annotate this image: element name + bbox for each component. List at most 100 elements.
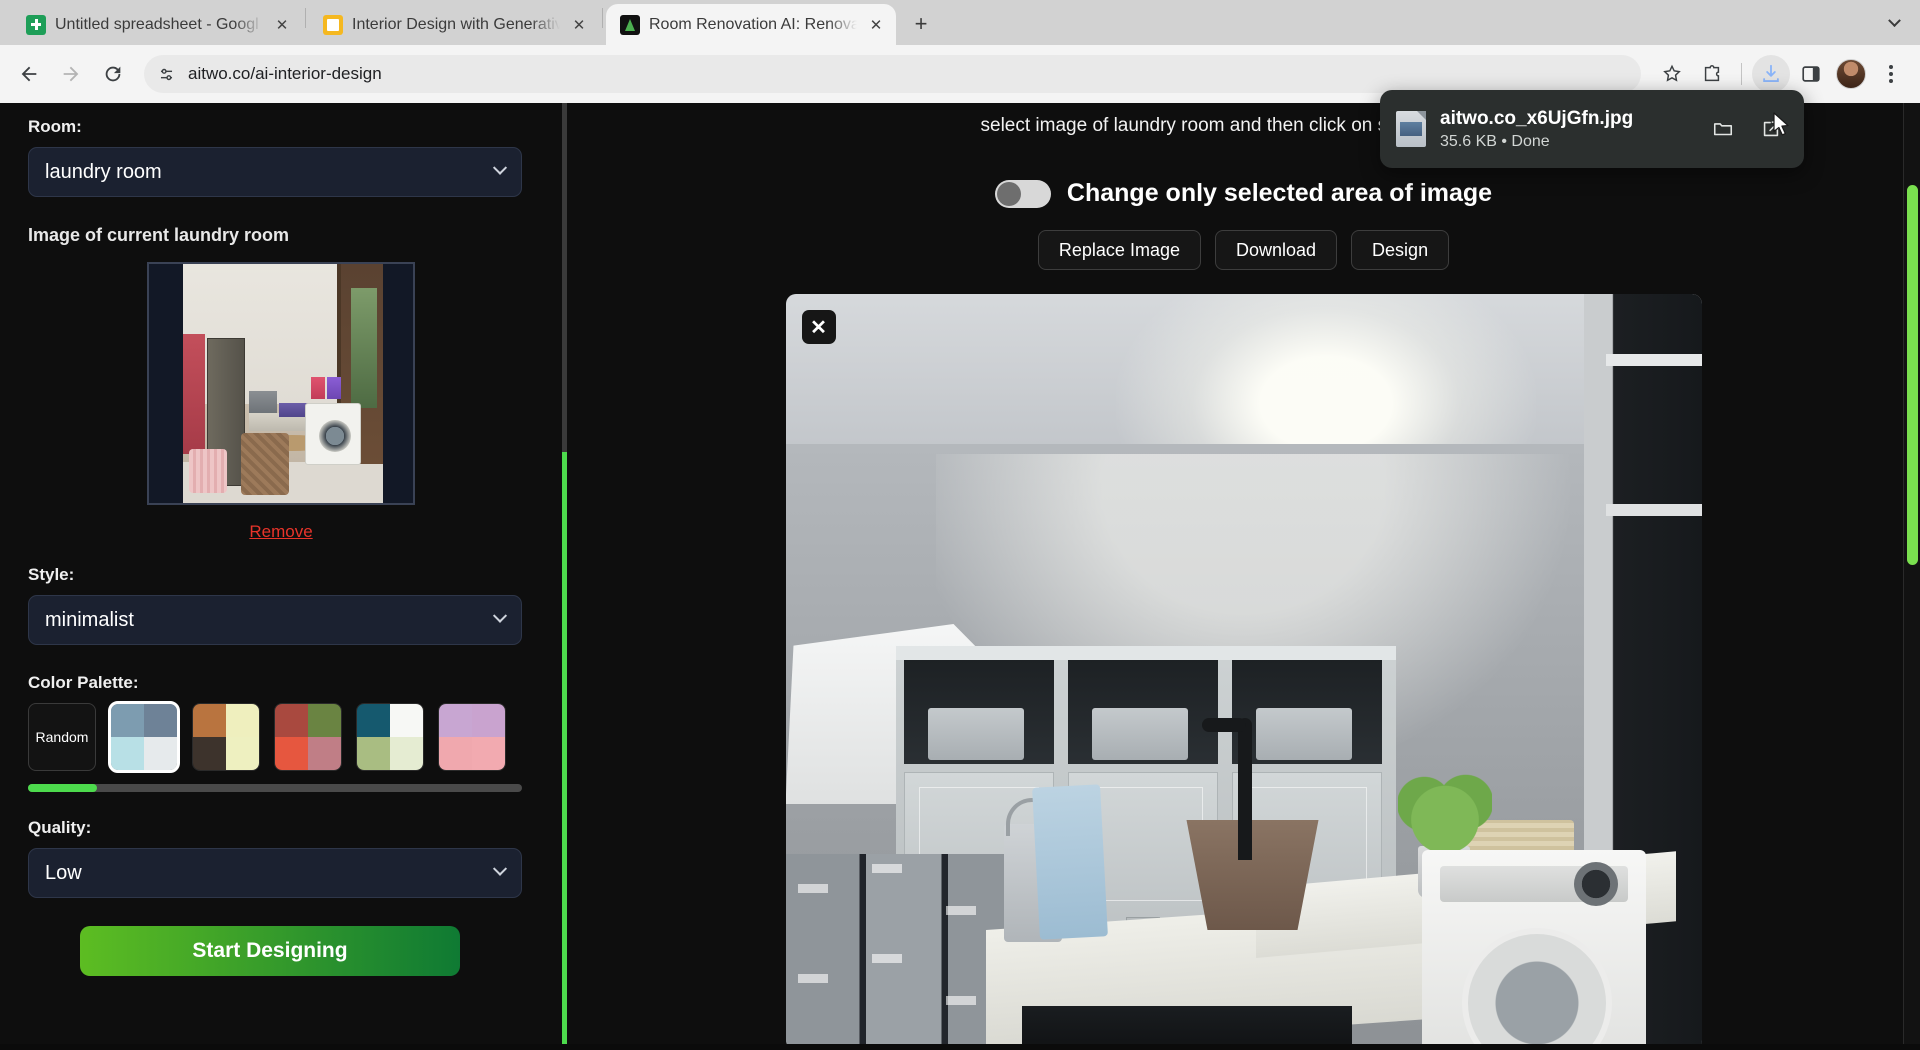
curtain-detail (183, 334, 205, 454)
blue-towel (1032, 784, 1108, 939)
tab-title: Interior Design with Generativ (352, 16, 560, 34)
cabinet-open-shelf-3 (1232, 660, 1382, 764)
current-room-thumbnail[interactable] (147, 262, 415, 505)
color-palette-list: Random (28, 703, 534, 771)
site-settings-icon[interactable] (152, 60, 180, 88)
jpg-file-icon (1396, 111, 1426, 147)
room-label: Room: (28, 117, 534, 137)
design-options-panel: Room: laundry room Image of current laun… (0, 103, 562, 1050)
appliance-door (1462, 928, 1612, 1050)
tab-close-icon[interactable]: ✕ (569, 15, 589, 35)
reload-icon (102, 63, 124, 85)
tab-untitled-spreadsheet[interactable]: Untitled spreadsheet - Googl ✕ (12, 4, 302, 45)
new-tab-button[interactable]: + (904, 7, 938, 41)
color-palette-label: Color Palette: (28, 673, 534, 693)
toolbar-divider (1741, 63, 1742, 85)
palette-scroll-thumb[interactable] (28, 784, 97, 792)
start-designing-button[interactable]: Start Designing (80, 926, 460, 976)
chevron-down-icon (493, 862, 507, 876)
thumbnail-photo (183, 264, 383, 505)
cabinet-open-shelf-1 (904, 660, 1054, 764)
tab-separator (305, 8, 306, 28)
change-selected-area-toggle[interactable] (995, 180, 1051, 208)
replace-image-button[interactable]: Replace Image (1038, 230, 1201, 270)
extensions-puzzle-icon[interactable] (1693, 55, 1731, 93)
download-status: 35.6 KB • Done (1440, 133, 1692, 151)
cabinet-open-shelf-2 (1068, 660, 1218, 764)
room-select-value: laundry room (45, 161, 495, 184)
mouse-cursor (1772, 112, 1792, 143)
google-sheets-icon (26, 15, 46, 35)
downloads-icon[interactable] (1752, 55, 1790, 93)
generated-image[interactable]: ✕ (786, 294, 1702, 1050)
current-image-title: Image of current laundry room (28, 225, 534, 246)
palette-swatch-lilac-pink[interactable] (438, 703, 506, 771)
quality-label: Quality: (28, 818, 534, 838)
three-dots-icon (1889, 65, 1893, 83)
toolbar-actions (1653, 55, 1910, 93)
tab-title: Untitled spreadsheet - Googl (55, 16, 263, 34)
bookmark-star-icon[interactable] (1653, 55, 1691, 93)
palette-swatch-red-olive[interactable] (274, 703, 342, 771)
aitwo-logo-icon (620, 15, 640, 35)
download-meta: aitwo.co_x6UjGfn.jpg 35.6 KB • Done (1440, 108, 1692, 151)
palette-scroll-slider[interactable] (28, 784, 522, 792)
forward-button[interactable] (52, 55, 90, 93)
download-notification-bubble[interactable]: aitwo.co_x6UjGfn.jpg 35.6 KB • Done (1380, 90, 1804, 168)
profile-avatar[interactable] (1832, 55, 1870, 93)
washer-detail (305, 403, 361, 465)
cabinet-top-trim (896, 646, 1396, 660)
main-content: select image of laundry room and then cl… (567, 103, 1920, 1050)
close-image-button[interactable]: ✕ (802, 310, 836, 344)
washing-machine (1422, 850, 1646, 1050)
storage-bin (1092, 708, 1188, 760)
download-button[interactable]: Download (1215, 230, 1337, 270)
download-filename: aitwo.co_x6UjGfn.jpg (1440, 108, 1692, 130)
reload-button[interactable] (94, 55, 132, 93)
tab-search-button[interactable] (1876, 5, 1912, 41)
pink-basket-detail (189, 449, 227, 493)
room-select[interactable]: laundry room (28, 147, 522, 197)
tab-close-icon[interactable]: ✕ (272, 15, 292, 35)
potted-plant (1398, 768, 1492, 854)
palette-swatch-terracotta-cream[interactable] (192, 703, 260, 771)
right-shelf-upper (1606, 354, 1702, 366)
address-bar[interactable]: aitwo.co/ai-interior-design (144, 55, 1641, 93)
image-action-buttons: Replace Image Download Design (1038, 230, 1449, 270)
tab-room-renovation-ai[interactable]: Room Renovation AI: Renovat ✕ (606, 4, 896, 45)
page-bottom-edge (0, 1044, 1920, 1050)
style-select-value: minimalist (45, 609, 495, 632)
tab-separator (602, 8, 603, 28)
tab-close-icon[interactable]: ✕ (866, 15, 886, 35)
design-button[interactable]: Design (1351, 230, 1449, 270)
black-faucet (1238, 718, 1252, 860)
page-scrollbar[interactable] (1903, 103, 1920, 1050)
appliance-knob (1574, 862, 1618, 906)
tab-interior-design[interactable]: Interior Design with Generativ ✕ (309, 4, 599, 45)
back-button[interactable] (10, 55, 48, 93)
quality-select-value: Low (45, 862, 495, 885)
orange-square-icon (323, 15, 343, 35)
side-panel-icon[interactable] (1792, 55, 1830, 93)
scrollbar-thumb[interactable] (1907, 185, 1918, 565)
style-label: Style: (28, 565, 534, 585)
basket-detail (241, 433, 289, 495)
palette-swatch-blue-grey[interactable] (110, 703, 178, 771)
tab-title: Room Renovation AI: Renovat (649, 16, 857, 34)
tall-grey-lockers (786, 854, 1008, 1050)
thumbnail-wrapper (28, 262, 534, 505)
show-in-folder-icon[interactable] (1706, 112, 1740, 146)
avatar (1836, 59, 1866, 89)
style-select[interactable]: minimalist (28, 595, 522, 645)
palette-swatch-random[interactable]: Random (28, 703, 96, 771)
remove-image-link[interactable]: Remove (28, 522, 534, 542)
back-arrow-icon (18, 63, 40, 85)
url-text[interactable]: aitwo.co/ai-interior-design (188, 64, 1635, 84)
palette-swatch-teal-sage[interactable] (356, 703, 424, 771)
toggle-label: Change only selected area of image (1067, 179, 1492, 208)
storage-bin (1256, 708, 1352, 760)
chevron-down-icon (493, 609, 507, 623)
chevron-down-icon (1888, 14, 1901, 27)
chrome-menu-icon[interactable] (1872, 55, 1910, 93)
quality-select[interactable]: Low (28, 848, 522, 898)
